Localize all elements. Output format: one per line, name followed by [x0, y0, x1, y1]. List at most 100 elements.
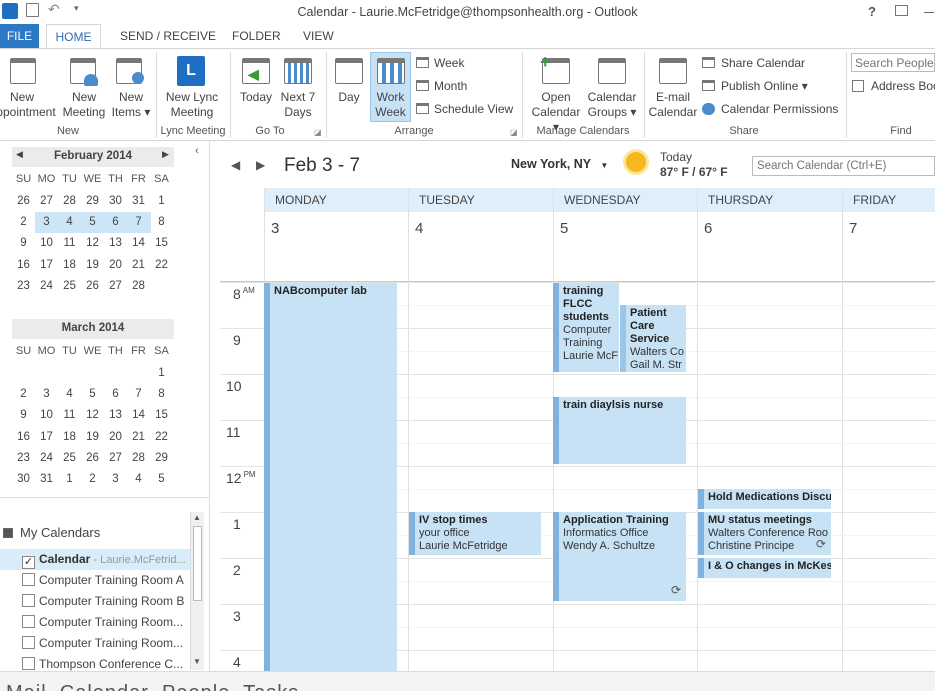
calendar-list-scrollbar[interactable]: ▲ ▼: [190, 512, 204, 670]
tab-folder[interactable]: FOLDER: [232, 24, 281, 48]
mini-cal-day[interactable]: 2: [81, 469, 104, 490]
next-week-icon[interactable]: ▶: [256, 158, 265, 172]
month-view-button[interactable]: Month: [416, 76, 512, 96]
day-header-name[interactable]: WEDNESDAY: [564, 193, 640, 207]
mini-cal-day[interactable]: 19: [81, 255, 104, 276]
tab-send-receive[interactable]: SEND / RECEIVE: [120, 24, 216, 48]
mini-cal-day[interactable]: 3: [35, 384, 58, 405]
prev-week-icon[interactable]: ◀: [231, 158, 240, 172]
calendar-list-item[interactable]: ✓ Calendar - Laurie.McFetrid...: [0, 549, 190, 570]
mini-cal-day[interactable]: 13: [104, 405, 127, 426]
mini-cal-day[interactable]: 30: [104, 191, 127, 212]
appointment-hold-medications[interactable]: Hold Medications Discu: [698, 489, 831, 509]
mini-cal-day[interactable]: 12: [81, 405, 104, 426]
appointment-train-dialysis-nurse[interactable]: train diaylsis nurse: [553, 397, 686, 464]
day-header-number[interactable]: 6: [704, 220, 712, 237]
mini-cal-day[interactable]: 10: [35, 233, 58, 254]
mini-cal-day[interactable]: 22: [150, 427, 173, 448]
new-appointment-button[interactable]: New Appointment: [0, 56, 60, 122]
new-lync-meeting-button[interactable]: L New Lync Meeting: [160, 56, 224, 122]
calendar-list-item[interactable]: Computer Training Room B: [0, 591, 190, 612]
next-7-days-button[interactable]: Next 7 Days: [278, 56, 318, 122]
mini-cal-day[interactable]: 15: [150, 233, 173, 254]
mini-cal-day[interactable]: 6: [104, 384, 127, 405]
mini-cal-day[interactable]: 31: [127, 191, 150, 212]
calendar-permissions-button[interactable]: Calendar Permissions: [702, 99, 842, 119]
collapse-pane-icon[interactable]: ‹: [195, 145, 199, 157]
mini-cal-day[interactable]: 12: [81, 233, 104, 254]
mini-cal-day[interactable]: 4: [127, 469, 150, 490]
appointment-nab-computer-lab[interactable]: NABcomputer lab: [264, 283, 397, 671]
mini-cal-day[interactable]: 4: [58, 212, 81, 233]
mini-cal-day[interactable]: 31: [35, 469, 58, 490]
day-header-name[interactable]: TUESDAY: [419, 193, 475, 207]
mini-cal-day[interactable]: 10: [35, 405, 58, 426]
appointment-mu-status-meetings[interactable]: MU status meetings Walters Conference Ro…: [698, 512, 831, 555]
mini-cal-day[interactable]: 20: [104, 427, 127, 448]
email-calendar-button[interactable]: E-mail Calendar: [648, 56, 698, 122]
mini-cal-day[interactable]: 22: [150, 255, 173, 276]
mini-cal-day[interactable]: 6: [104, 212, 127, 233]
scroll-down-icon[interactable]: ▼: [193, 657, 201, 666]
mini-cal-day[interactable]: 5: [150, 469, 173, 490]
weather-location-dropdown[interactable]: New York, NY ▼: [511, 157, 608, 171]
mini-cal-day[interactable]: 23: [12, 448, 35, 469]
mini-cal-day[interactable]: 27: [104, 448, 127, 469]
day-header-number[interactable]: 7: [849, 220, 857, 237]
mini-cal-day[interactable]: 24: [35, 448, 58, 469]
publish-online-button[interactable]: Publish Online ▾: [702, 76, 832, 96]
mini-cal-day[interactable]: 27: [35, 191, 58, 212]
day-header-name[interactable]: MONDAY: [275, 193, 327, 207]
mini-cal-day[interactable]: 8: [150, 212, 173, 233]
mini-cal-day[interactable]: 25: [58, 448, 81, 469]
day-header-name[interactable]: THURSDAY: [708, 193, 773, 207]
appointment-patient-care-service[interactable]: Patient Care Service Walters Co Gail M. …: [620, 305, 686, 372]
mini-cal-day[interactable]: 9: [12, 405, 35, 426]
mini-cal-day[interactable]: 11: [58, 405, 81, 426]
mini-cal-day[interactable]: 5: [81, 384, 104, 405]
mini-cal-day[interactable]: 20: [104, 255, 127, 276]
scroll-thumb[interactable]: [193, 526, 202, 601]
day-header-number[interactable]: 5: [560, 220, 568, 237]
checkbox[interactable]: [22, 615, 35, 628]
mini-cal-day[interactable]: 1: [150, 191, 173, 212]
bottom-nav-links[interactable]: Mail Calendar People Tasks: [6, 682, 299, 691]
mini-cal-day[interactable]: 13: [104, 233, 127, 254]
mini-cal-day[interactable]: 4: [58, 384, 81, 405]
checkbox[interactable]: ✓: [22, 556, 35, 569]
scroll-up-icon[interactable]: ▲: [193, 513, 201, 522]
checkbox[interactable]: [22, 594, 35, 607]
share-calendar-button[interactable]: Share Calendar: [702, 53, 832, 73]
calendar-groups-button[interactable]: Calendar Groups ▾: [586, 56, 638, 122]
mini-cal-day[interactable]: 7: [127, 384, 150, 405]
week-view-button[interactable]: Week: [416, 53, 512, 73]
mini-cal-day[interactable]: 11: [58, 233, 81, 254]
mini-cal-day[interactable]: 2: [12, 384, 35, 405]
mini-cal-day[interactable]: 1: [58, 469, 81, 490]
mini-cal-day[interactable]: 17: [35, 427, 58, 448]
day-header-number[interactable]: 4: [415, 220, 423, 237]
mini-cal-day[interactable]: 2: [12, 212, 35, 233]
mini-cal-day[interactable]: 3: [35, 212, 58, 233]
mini-cal-day[interactable]: 30: [12, 469, 35, 490]
tab-home[interactable]: HOME: [46, 24, 101, 49]
mini-cal-day[interactable]: 23: [12, 276, 35, 297]
appointment-io-changes[interactable]: I & O changes in McKes: [698, 558, 831, 578]
new-meeting-button[interactable]: New Meeting: [62, 56, 106, 122]
mini-cal-day[interactable]: 21: [127, 255, 150, 276]
calendar-list-item[interactable]: Computer Training Room...: [0, 633, 190, 654]
mini-cal-day[interactable]: 28: [127, 276, 150, 297]
mini-cal-day[interactable]: 14: [127, 405, 150, 426]
day-view-button[interactable]: Day: [331, 56, 367, 122]
mini-cal-day[interactable]: 26: [81, 448, 104, 469]
calendar-list-item[interactable]: Computer Training Room A: [0, 570, 190, 591]
checkbox[interactable]: [22, 573, 35, 586]
mini-cal-day[interactable]: 28: [58, 191, 81, 212]
mini-cal-day[interactable]: 7: [127, 212, 150, 233]
address-book-button[interactable]: Address Boo: [852, 76, 935, 96]
new-items-button[interactable]: New Items ▾: [108, 56, 154, 122]
search-people-input[interactable]: [851, 53, 935, 72]
tab-file[interactable]: FILE: [0, 24, 39, 48]
work-week-view-button[interactable]: Work Week: [370, 52, 411, 122]
mini-cal-day[interactable]: 29: [81, 191, 104, 212]
